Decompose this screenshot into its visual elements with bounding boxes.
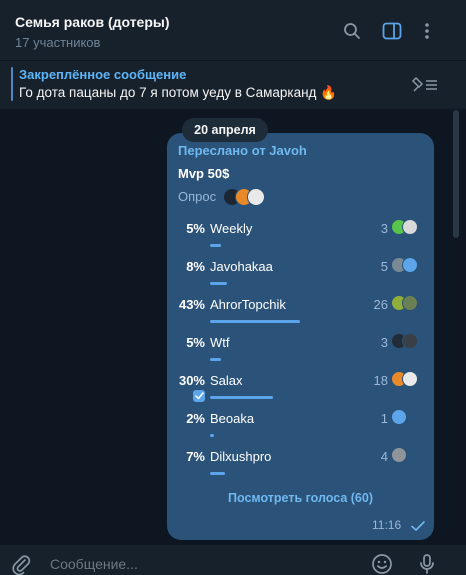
message-composer: Сообщение...: [0, 545, 466, 575]
option-voters: [391, 295, 419, 313]
option-vote-count: 5: [380, 259, 388, 274]
option-vote-count: 3: [380, 221, 388, 236]
poll-option[interactable]: 5% Wtf 3: [167, 333, 434, 371]
chat-header: Семья раков (дотеры) 17 участников: [0, 0, 466, 60]
option-bar-fill: [210, 396, 273, 399]
option-bar-track: [210, 472, 420, 475]
avatar: [391, 447, 407, 463]
scrollbar[interactable]: [453, 110, 459, 238]
sidebar-toggle-icon[interactable]: [381, 20, 403, 42]
option-bar-track: [210, 320, 420, 323]
read-check-icon: [411, 519, 425, 531]
pinned-message[interactable]: Закреплённое сообщение Го дота пацаны до…: [0, 61, 466, 109]
option-label: Salax: [210, 373, 243, 388]
option-percent: 8%: [186, 259, 205, 274]
poll-option[interactable]: 43% AhrorTopchik 26: [167, 295, 434, 333]
poll-question: Mvp 50$: [178, 166, 230, 181]
option-voters: [391, 371, 419, 389]
option-bar-fill: [210, 434, 214, 437]
option-label: Dilxushpro: [210, 449, 272, 464]
option-bar-fill: [210, 358, 221, 361]
pinned-text: Го дота пацаны до 7 я потом уеду в Самар…: [19, 85, 337, 100]
pinned-indicator: [11, 67, 13, 101]
chosen-check-icon: [193, 390, 205, 402]
option-voters: [391, 257, 419, 275]
avatar: [402, 295, 418, 311]
poll-option[interactable]: 7% Dilxushpro 4: [167, 447, 434, 485]
unpin-list-icon[interactable]: [410, 74, 440, 96]
option-bar-fill: [210, 472, 225, 475]
poll-type-label: Опрос: [178, 189, 217, 204]
option-bar-track: [210, 396, 420, 399]
option-voters: [391, 219, 419, 237]
more-vertical-icon[interactable]: [416, 20, 438, 42]
option-label: AhrorTopchik: [210, 297, 286, 312]
avatar: [402, 371, 418, 387]
date-badge: 20 апреля: [182, 118, 268, 142]
option-vote-count: 18: [373, 373, 388, 388]
avatar: [402, 257, 418, 273]
option-percent: 2%: [186, 411, 205, 426]
chat-title[interactable]: Семья раков (дотеры): [15, 14, 170, 30]
avatar: [391, 409, 407, 425]
view-votes-button[interactable]: Посмотреть голоса (60): [167, 491, 434, 505]
option-percent: 5%: [186, 221, 205, 236]
option-vote-count: 3: [380, 335, 388, 350]
option-bar-track: [210, 358, 420, 361]
option-bar-track: [210, 282, 420, 285]
option-vote-count: 1: [380, 411, 388, 426]
search-icon[interactable]: [341, 20, 363, 42]
message-input[interactable]: Сообщение...: [50, 556, 138, 572]
avatar: [247, 188, 265, 206]
poll-option[interactable]: 8% Javohakaa 5: [167, 257, 434, 295]
forwarded-from[interactable]: Переслано от Javoh: [178, 143, 307, 158]
attach-icon[interactable]: [10, 553, 32, 575]
option-label: Beoaka: [210, 411, 255, 426]
option-vote-count: 26: [373, 297, 388, 312]
option-label: Javohakaa: [210, 259, 273, 274]
recent-voters: [223, 187, 269, 207]
option-vote-count: 4: [380, 449, 388, 464]
option-voters: [391, 333, 419, 351]
avatar: [402, 333, 418, 349]
option-bar-track: [210, 244, 420, 247]
option-bar-track: [210, 434, 420, 437]
poll-option[interactable]: 30% Salax 18: [167, 371, 434, 409]
poll-message[interactable]: Переслано от Javoh Mvp 50$ Опрос 5% Weekl…: [167, 133, 434, 540]
poll-option[interactable]: 2% Beoaka 1: [167, 409, 434, 447]
option-bar-fill: [210, 282, 227, 285]
option-percent: 43%: [178, 297, 205, 312]
option-percent: 7%: [186, 449, 205, 464]
option-percent: 5%: [186, 335, 205, 350]
avatar: [402, 219, 418, 235]
option-label: Wtf: [210, 335, 230, 350]
member-count: 17 участников: [15, 35, 101, 50]
option-bar-fill: [210, 244, 221, 247]
emoji-icon[interactable]: [371, 553, 393, 575]
option-voters: [391, 447, 419, 465]
microphone-icon[interactable]: [416, 553, 438, 575]
message-time: 11:16: [372, 518, 402, 532]
pinned-title: Закреплённое сообщение: [19, 67, 187, 82]
option-percent: 30%: [178, 373, 205, 388]
option-voters: [391, 409, 419, 427]
option-label: Weekly: [210, 221, 253, 236]
option-bar-fill: [210, 320, 300, 323]
poll-option[interactable]: 5% Weekly 3: [167, 219, 434, 257]
